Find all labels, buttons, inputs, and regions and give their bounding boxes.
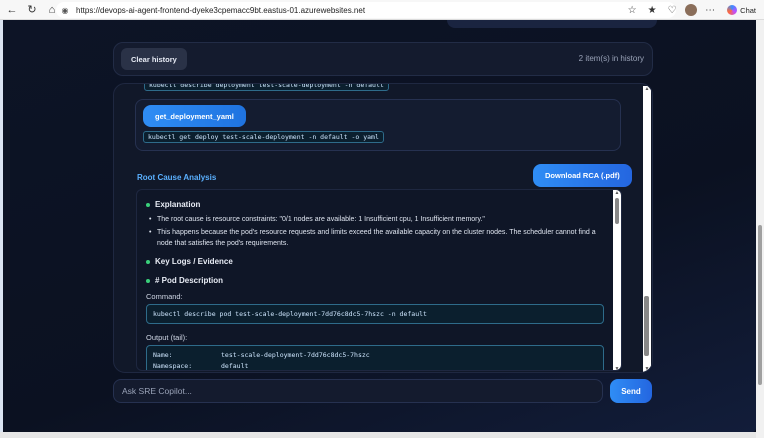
copilot-chat-button[interactable]: Chat (723, 4, 760, 16)
back-icon[interactable]: ← (4, 2, 20, 18)
browser-toolbar: ← ↻ ⌂ ◉ https://devops-ai-agent-frontend… (0, 0, 764, 20)
history-count: 2 item(s) in history (578, 54, 644, 63)
favorite-star-icon[interactable]: ☆ (625, 5, 639, 16)
rca-scrollbar[interactable]: ▲ ▼ (613, 190, 621, 370)
scroll-down-icon[interactable]: ▼ (613, 366, 621, 370)
partial-command-chip: kubectl describe deployment test-scale-d… (144, 84, 389, 91)
explanation-heading-text: Explanation (155, 200, 201, 209)
command-block: kubectl describe pod test-scale-deployme… (146, 304, 604, 324)
explanation-heading: Explanation (146, 200, 200, 209)
refresh-icon[interactable]: ↻ (24, 2, 40, 18)
output-row: Namespace: default (153, 362, 597, 370)
chat-input-container (113, 379, 603, 403)
output-block: Name: test-scale-deployment-7dd76c8dc5-7… (146, 345, 604, 370)
list-item: • The root cause is resource constraints:… (149, 216, 485, 223)
profile-avatar[interactable] (685, 4, 698, 16)
chat-input[interactable] (114, 380, 602, 402)
scroll-up-icon[interactable]: ▲ (613, 190, 621, 196)
scroll-down-icon[interactable]: ▼ (643, 366, 651, 372)
chat-scrollbar[interactable]: ▲ ▼ (643, 86, 651, 372)
rca-content[interactable]: Explanation • The root cause is resource … (136, 189, 622, 371)
key-logs-heading: Key Logs / Evidence (146, 257, 233, 266)
tool-command: kubectl get deploy test-scale-deployment… (143, 131, 384, 143)
clear-history-button[interactable]: Clear history (121, 48, 187, 70)
page-scroll-thumb[interactable] (758, 225, 762, 385)
favorites-icon[interactable]: ★ (645, 5, 659, 16)
app-window: Clear history 2 item(s) in history kubec… (0, 20, 764, 438)
key-logs-heading-text: Key Logs / Evidence (155, 257, 233, 266)
list-item: • This happens because the pod's resource… (149, 227, 599, 249)
output-value: test-scale-deployment-7dd76c8dc5-7hszc (221, 351, 370, 359)
command-label: Command: (146, 292, 183, 301)
chat-scroll-thumb[interactable] (644, 296, 649, 356)
browser-essentials-icon[interactable]: ♡ (665, 5, 679, 16)
history-toolbar: Clear history 2 item(s) in history (113, 42, 653, 76)
window-bottom-edge (0, 432, 756, 438)
bullet-text: The root cause is resource constraints: … (157, 216, 485, 223)
download-rca-button[interactable]: Download RCA (.pdf) (533, 164, 632, 187)
tool-call-card: get_deployment_yaml kubectl get deploy t… (135, 99, 621, 151)
page-scrollbar[interactable] (756, 20, 764, 438)
copilot-icon (727, 5, 738, 15)
chat-label: Chat (740, 5, 756, 15)
tool-name-pill[interactable]: get_deployment_yaml (143, 105, 246, 127)
lock-icon: ◉ (61, 5, 69, 15)
pod-description-heading-text: # Pod Description (155, 276, 224, 285)
scroll-up-icon[interactable]: ▲ (643, 86, 651, 92)
more-options-icon[interactable]: ⋯ (703, 5, 717, 16)
output-key: Namespace: (153, 362, 193, 370)
output-row: Name: test-scale-deployment-7dd76c8dc5-7… (153, 351, 597, 362)
output-value: default (221, 362, 249, 370)
send-button[interactable]: Send (610, 379, 652, 403)
output-label: Output (tail): (146, 333, 188, 342)
bullet-text: This happens because the pod's resource … (157, 229, 596, 247)
url-text: https://devops-ai-agent-frontend-dyeke3c… (76, 5, 366, 15)
bullet-dot-icon (146, 259, 150, 264)
bullet-dot-icon (146, 278, 150, 283)
output-key: Name: (153, 351, 173, 359)
previous-message-bubble (447, 20, 657, 28)
bullet-dot-icon (146, 202, 150, 207)
address-bar[interactable]: ◉ https://devops-ai-agent-frontend-dyeke… (56, 2, 676, 18)
rca-title: Root Cause Analysis (137, 173, 217, 182)
pod-description-heading: # Pod Description (146, 276, 223, 285)
app-background: Clear history 2 item(s) in history kubec… (3, 20, 756, 432)
rca-scroll-thumb[interactable] (615, 198, 619, 224)
chat-panel[interactable]: kubectl describe deployment test-scale-d… (113, 83, 653, 373)
